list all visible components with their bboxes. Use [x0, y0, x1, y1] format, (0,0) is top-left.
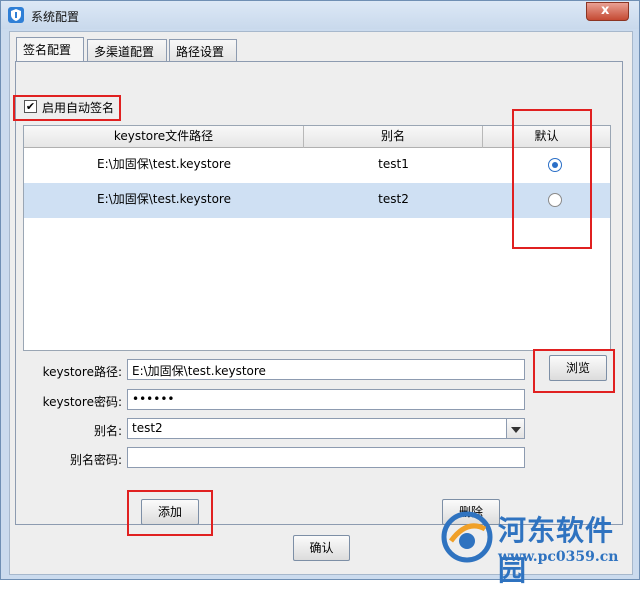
keystore-password-field[interactable]: ••••••: [127, 389, 525, 410]
watermark-url: www.pc0359.cn: [498, 549, 619, 565]
tab-label: 签名配置: [23, 43, 72, 57]
row-alias: test2: [378, 192, 409, 206]
tab-signature-config[interactable]: 签名配置: [16, 37, 84, 61]
row-path: E:\加固保\test.keystore: [97, 157, 231, 171]
window-title: 系统配置: [31, 10, 80, 24]
alias-select[interactable]: test2: [127, 418, 525, 439]
alias-label: 别名:: [93, 424, 122, 438]
system-config-window: 系统配置 x 签名配置 多渠道配置 路径设置 ✔ 启用自动签名 keystore…: [0, 0, 640, 587]
tab-path-settings[interactable]: 路径设置: [169, 39, 237, 61]
close-button[interactable]: x: [586, 2, 629, 21]
alias-selected-value: test2: [132, 421, 163, 435]
keystore-password-label: keystore密码:: [42, 395, 122, 409]
highlight-browse: [533, 349, 615, 393]
highlight-add: [127, 490, 213, 536]
title-bar: 系统配置 x: [1, 1, 639, 29]
highlight-default-column: [512, 109, 592, 249]
watermark-logo: [441, 511, 493, 563]
highlight-auto-sign: [13, 95, 121, 121]
alias-password-field[interactable]: [127, 447, 525, 468]
tab-label: 路径设置: [176, 45, 225, 59]
column-header-path[interactable]: keystore文件路径: [24, 126, 304, 148]
keystore-path-field[interactable]: E:\加固保\test.keystore: [127, 359, 525, 380]
shield-icon: [8, 7, 24, 23]
tab-label: 多渠道配置: [94, 45, 155, 59]
signature-config-panel: ✔ 启用自动签名 keystore文件路径 别名 默认 E:\加固保\test.…: [13, 61, 623, 536]
keystore-path-label: keystore路径:: [42, 365, 122, 379]
client-area: 签名配置 多渠道配置 路径设置 ✔ 启用自动签名 keystore文件路径 别名…: [9, 31, 633, 575]
row-alias: test1: [378, 157, 409, 171]
column-header-alias[interactable]: 别名: [304, 126, 483, 148]
alias-password-label: 别名密码:: [69, 453, 122, 467]
chevron-down-icon[interactable]: [506, 419, 524, 438]
tab-multi-channel[interactable]: 多渠道配置: [87, 39, 167, 61]
row-path: E:\加固保\test.keystore: [97, 192, 231, 206]
close-icon: x: [601, 3, 610, 18]
confirm-button[interactable]: 确认: [293, 535, 350, 561]
